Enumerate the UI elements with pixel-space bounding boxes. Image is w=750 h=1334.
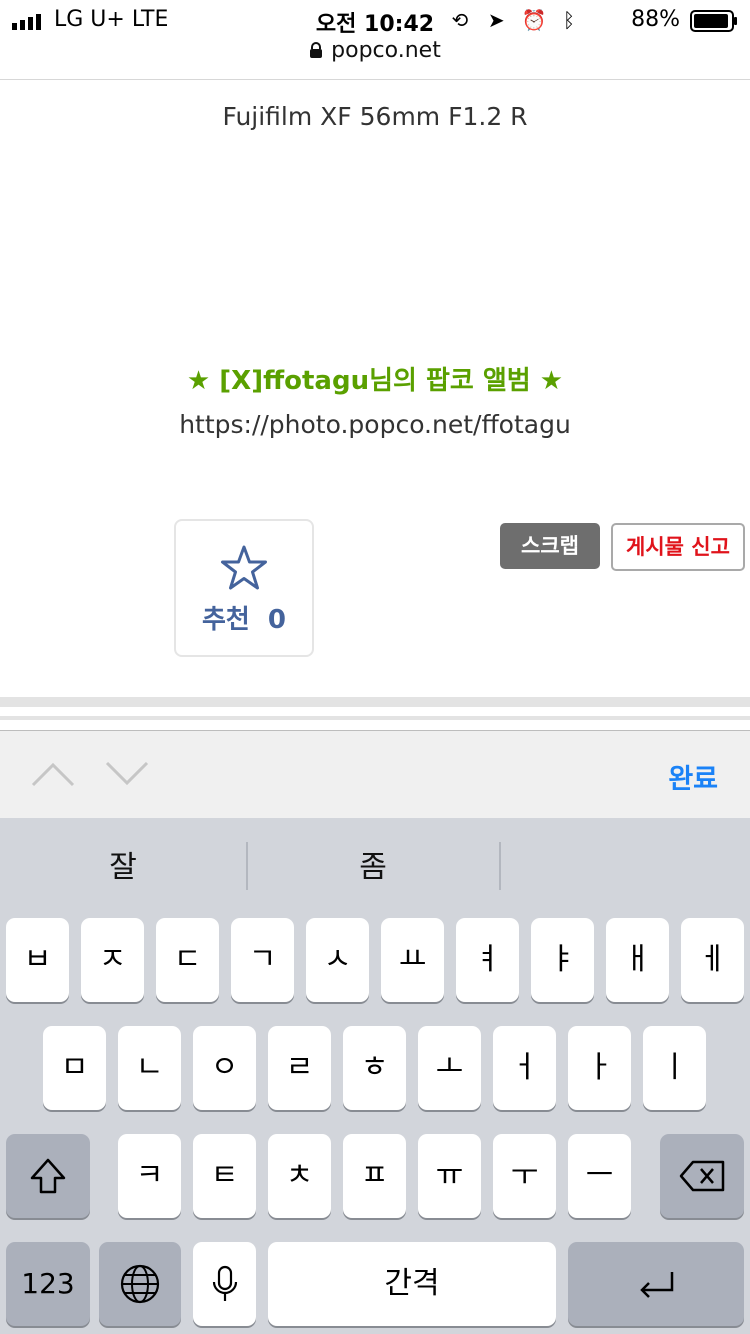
key[interactable]: ㅌ xyxy=(193,1134,256,1218)
shift-key[interactable] xyxy=(6,1134,90,1218)
report-post-button[interactable]: 게시물 신고 xyxy=(611,523,745,571)
battery-icon xyxy=(690,10,737,32)
lens-name: Fujifilm XF 56mm F1.2 R xyxy=(222,102,528,131)
url-text: popco.net xyxy=(331,38,441,63)
key[interactable]: ㅗ xyxy=(418,1026,481,1110)
key[interactable]: ㅐ xyxy=(606,918,669,1002)
address-bar[interactable]: popco.net xyxy=(0,38,750,74)
lock-icon xyxy=(310,42,323,58)
key[interactable]: ㄴ xyxy=(118,1026,181,1110)
key[interactable]: ㅛ xyxy=(381,918,444,1002)
key[interactable]: ㅣ xyxy=(643,1026,706,1110)
star-icon xyxy=(221,545,267,590)
key[interactable]: ㅈ xyxy=(81,918,144,1002)
key[interactable]: ㅓ xyxy=(493,1026,556,1110)
key[interactable]: ㅎ xyxy=(343,1026,406,1110)
header-divider xyxy=(0,79,750,80)
backspace-key[interactable] xyxy=(660,1134,744,1218)
key[interactable]: ㅅ xyxy=(306,918,369,1002)
recommend-button[interactable]: 추천 0 xyxy=(174,519,314,657)
keyboard: 잘 좀 ㅂ ㅈ ㄷ ㄱ ㅅ ㅛ ㅕ ㅑ ㅐ ㅔ ㅁ ㄴ ㅇ ㄹ ㅎ ㅗ ㅓ ㅏ … xyxy=(0,818,750,1334)
key[interactable]: ㅑ xyxy=(531,918,594,1002)
section-divider-thin xyxy=(0,716,750,720)
chevron-up-icon[interactable] xyxy=(30,757,76,791)
chevron-down-icon[interactable] xyxy=(104,757,150,791)
key[interactable]: ㅔ xyxy=(681,918,744,1002)
key[interactable]: ㄹ xyxy=(268,1026,331,1110)
key[interactable]: ㅍ xyxy=(343,1134,406,1218)
key[interactable]: ㄷ xyxy=(156,918,219,1002)
numbers-key[interactable]: 123 xyxy=(6,1242,90,1326)
recommend-label: 추천 0 xyxy=(176,599,312,636)
key[interactable]: ㅁ xyxy=(43,1026,106,1110)
return-key[interactable] xyxy=(568,1242,744,1326)
suggestion-divider xyxy=(246,842,248,890)
album-title-link[interactable]: ★ [X]ffotagu님의 팝코 앨범 ★ xyxy=(0,360,750,397)
key[interactable]: ㅠ xyxy=(418,1134,481,1218)
section-divider xyxy=(0,697,750,707)
key[interactable]: ㅡ xyxy=(568,1134,631,1218)
key[interactable]: ㅕ xyxy=(456,918,519,1002)
key[interactable]: ㄱ xyxy=(231,918,294,1002)
suggestion-2[interactable]: 좀 xyxy=(250,842,496,886)
suggestion-bar: 잘 좀 xyxy=(0,818,750,908)
recommend-count: 0 xyxy=(267,605,287,635)
key[interactable]: ㅇ xyxy=(193,1026,256,1110)
status-bar: LG U+ LTE 오전 10:42 ⟲ ➤ ⏰ ᛒ 88% xyxy=(0,0,750,40)
globe-key[interactable] xyxy=(99,1242,181,1326)
album-url-link[interactable]: https://photo.popco.net/ffotagu xyxy=(0,410,750,439)
key[interactable]: ㅏ xyxy=(568,1026,631,1110)
location-arrow-icon: ➤ xyxy=(487,8,505,32)
orientation-lock-icon: ⟲ xyxy=(451,8,469,32)
done-button[interactable]: 완료 xyxy=(668,757,718,796)
shift-icon xyxy=(30,1158,66,1194)
alarm-icon: ⏰ xyxy=(521,8,547,32)
scrap-button[interactable]: 스크랩 xyxy=(500,523,600,569)
return-icon xyxy=(640,1272,674,1298)
keyboard-accessory-bar: 완료 xyxy=(0,730,750,819)
key[interactable]: ㅋ xyxy=(118,1134,181,1218)
key[interactable]: ㅜ xyxy=(493,1134,556,1218)
key[interactable]: ㅂ xyxy=(6,918,69,1002)
suggestion-divider xyxy=(499,842,501,890)
microphone-key[interactable] xyxy=(193,1242,256,1326)
battery-percentage: 88% xyxy=(631,7,680,32)
suggestion-1[interactable]: 잘 xyxy=(0,842,246,886)
space-key[interactable]: 간격 xyxy=(268,1242,556,1326)
recommend-text: 추천 xyxy=(201,605,250,635)
backspace-icon xyxy=(679,1160,725,1192)
key[interactable]: ㅊ xyxy=(268,1134,331,1218)
globe-icon xyxy=(120,1264,160,1304)
bluetooth-icon: ᛒ xyxy=(563,8,575,32)
microphone-icon xyxy=(212,1265,237,1301)
